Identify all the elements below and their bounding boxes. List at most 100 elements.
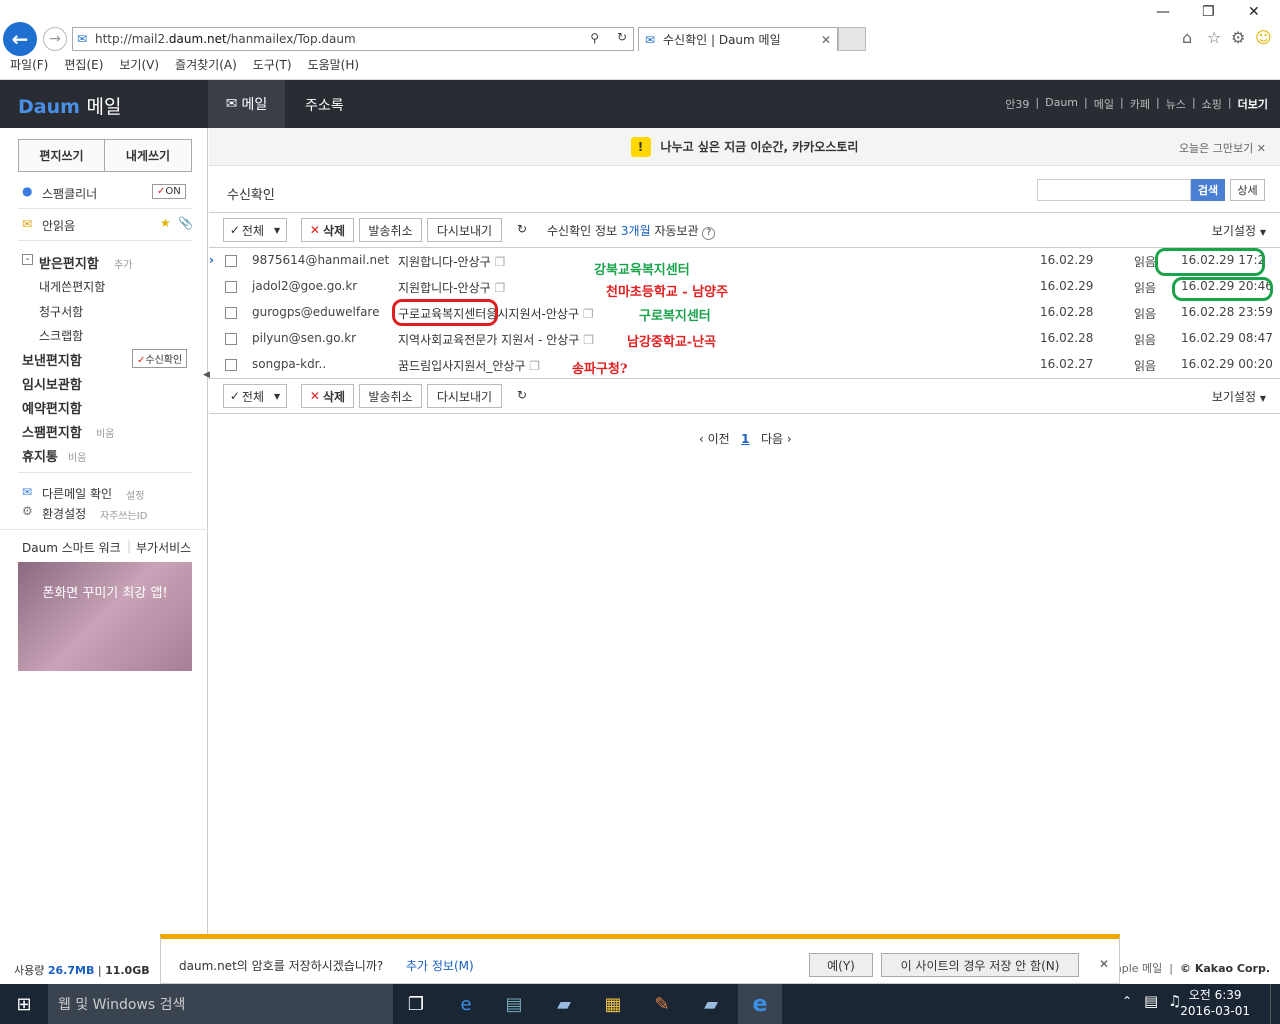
next-page-link[interactable]: 다음 › [761,432,792,446]
table-row[interactable]: › 9875614@hanmail.net 지원합니다-안상구 ❐ 16.02.… [209,248,1280,274]
minimize-icon[interactable]: — [1156,4,1170,20]
row-subject[interactable]: 꿈드림입사지원서_안상구 ❐ [398,357,540,374]
taskbar-search[interactable]: 웹 및 Windows 검색 [48,984,393,1024]
prev-page-link[interactable]: ‹ 이전 [699,432,730,446]
row-recipient[interactable]: songpa-kdr.. [252,357,326,371]
menu-file[interactable]: 파일(F) [10,56,48,76]
write-to-me-button[interactable]: 내게쓰기 [104,139,192,172]
maximize-icon[interactable]: ❐ [1202,4,1215,20]
promo-banner[interactable]: 폰화면 꾸미기 최강 앱! [18,562,192,671]
tab-addressbook[interactable]: 주소록 [305,95,344,115]
trash-empty-link[interactable]: 비움 [68,449,86,464]
cancel-send-button[interactable]: 발송취소 [359,384,422,408]
help-icon[interactable]: ? [702,227,716,240]
row-recipient[interactable]: 9875614@hanmail.net [252,253,389,267]
sidebar-item-scrap[interactable]: 스크랩함 [39,327,83,344]
more-info-link[interactable]: 추가 정보(M) [406,957,474,974]
file-explorer-icon[interactable]: ▦ [599,990,627,1018]
table-row[interactable]: pilyun@sen.go.kr 지역사회교육전문가 지원서 - 안상구 ❐ 1… [209,326,1280,352]
spam-empty-link[interactable]: 비움 [96,425,114,440]
link-shopping[interactable]: 쇼핑 [1202,96,1222,112]
refresh-icon[interactable]: ↻ [517,388,527,402]
task-view-icon[interactable]: ❐ [402,990,430,1018]
menu-help[interactable]: 도움말(H) [308,56,360,76]
select-all-button[interactable]: ✓ 전체 ▼ [223,218,287,242]
extra-services-link[interactable]: 부가서비스 [136,539,191,556]
read-confirm-badge[interactable]: ✓수신확인 [132,349,188,368]
view-settings-menu[interactable]: 보기설정 ▼ [1212,388,1266,405]
browser-tab[interactable]: ✉ 수신확인 | Daum 메일 ✕ [638,27,838,51]
internet-explorer-icon[interactable]: e [738,984,782,1024]
page-1-link[interactable]: 1 [741,432,749,446]
smiley-icon[interactable]: ☺ [1255,28,1272,47]
row-checkbox[interactable] [225,255,237,267]
resend-button[interactable]: 다시보내기 [427,218,502,242]
table-row[interactable]: gurogps@eduwelfare 구로교육복지센터응시지원서-안상구 ❐ 1… [209,300,1280,326]
cancel-send-button[interactable]: 발송취소 [359,218,422,242]
unread-filter[interactable]: 안읽음 [42,217,75,234]
save-yes-button[interactable]: 예(Y) [809,953,873,977]
menu-edit[interactable]: 편집(E) [64,56,103,76]
clock[interactable]: 오전 6:39 2016-03-01 [1180,987,1250,1019]
sidebar-item-sent[interactable]: 보낸편지함 [22,350,82,369]
search-button[interactable]: 검색 [1191,179,1225,201]
link-news[interactable]: 뉴스 [1166,96,1186,112]
resend-button[interactable]: 다시보내기 [427,384,502,408]
new-tab-button[interactable] [838,27,866,51]
app-icon[interactable]: ▰ [697,990,725,1018]
select-all-button[interactable]: ✓ 전체 ▼ [223,384,287,408]
sidebar-item-self[interactable]: 내게쓴편지함 [39,278,105,295]
edge-icon[interactable]: e [452,990,480,1018]
compose-button[interactable]: 편지쓰기 [18,139,105,172]
row-checkbox[interactable] [225,359,237,371]
sidebar-item-invoice[interactable]: 청구서함 [39,303,83,320]
more-menu[interactable]: 더보기 [1238,96,1268,112]
delete-button[interactable]: ✕ 삭제 [301,384,354,408]
menu-tools[interactable]: 도구(T) [253,56,292,76]
row-checkbox[interactable] [225,281,237,293]
user-menu[interactable]: 안39 [1005,96,1029,112]
sidebar-item-drafts[interactable]: 임시보관함 [22,374,82,393]
other-mail-link[interactable]: 다른메일 확인 [42,485,112,502]
menu-view[interactable]: 보기(V) [119,56,159,76]
store-icon[interactable]: ▤ [500,990,528,1018]
link-mail[interactable]: 메일 [1094,96,1114,112]
sidebar-item-trash[interactable]: 휴지통 [22,446,58,465]
sidebar-item-reserved[interactable]: 예약편지함 [22,398,82,417]
windows-start-icon[interactable]: ⊞ [0,984,48,1024]
row-recipient[interactable]: gurogps@eduwelfare [252,305,380,319]
attachment-icon[interactable]: 📎 [178,216,193,230]
paint-icon[interactable]: ✎ [648,990,676,1018]
row-recipient[interactable]: jadol2@goe.go.kr [252,279,357,293]
search-icon[interactable]: ⚲ [590,31,599,45]
row-recipient[interactable]: pilyun@sen.go.kr [252,331,356,345]
search-input[interactable] [1037,179,1191,201]
close-window-icon[interactable]: ✕ [1248,4,1260,20]
link-cafe[interactable]: 카페 [1130,96,1150,112]
home-icon[interactable]: ⌂ [1182,28,1192,47]
refresh-icon[interactable]: ↻ [517,222,527,236]
app-icon[interactable]: ▰ [550,990,578,1018]
chevron-up-icon[interactable]: ⌃ [1122,994,1132,1008]
view-settings-menu[interactable]: 보기설정 ▼ [1212,222,1266,239]
spam-cleaner-label[interactable]: 스팸클리너 [42,185,97,202]
detail-search-button[interactable]: 상세 [1230,179,1265,201]
delete-button[interactable]: ✕ 삭제 [301,218,354,242]
gear-icon[interactable]: ⚙ [1231,28,1245,47]
row-checkbox[interactable] [225,333,237,345]
row-subject[interactable]: 지역사회교육전문가 지원서 - 안상구 ❐ [398,331,594,348]
notification-icon[interactable]: ▤ [1144,992,1158,1010]
tab-close-icon[interactable]: ✕ [821,33,831,47]
settings-link[interactable]: 환경설정 [42,505,86,522]
other-mail-setting-link[interactable]: 설정 [126,487,144,502]
collapse-icon[interactable]: - [22,254,33,265]
settings-sub-link[interactable]: 자주쓰는ID [100,507,147,522]
address-bar[interactable]: ✉ http://mail2. daum.net/hanmailex/Top.da… [72,27,634,51]
forward-button[interactable]: → [43,27,67,51]
banner-close-link[interactable]: 오늘은 그만보기 ✕ [1179,140,1266,156]
row-subject[interactable]: 지원합니다-안상구 ❐ [398,279,505,296]
row-checkbox[interactable] [225,307,237,319]
kakao-banner[interactable]: ! 나누고 싶은 지금 이순간, 카카오스토리 [209,128,1280,166]
link-daum[interactable]: Daum [1045,96,1078,112]
daum-logo[interactable]: Daum 메일 [18,92,122,119]
